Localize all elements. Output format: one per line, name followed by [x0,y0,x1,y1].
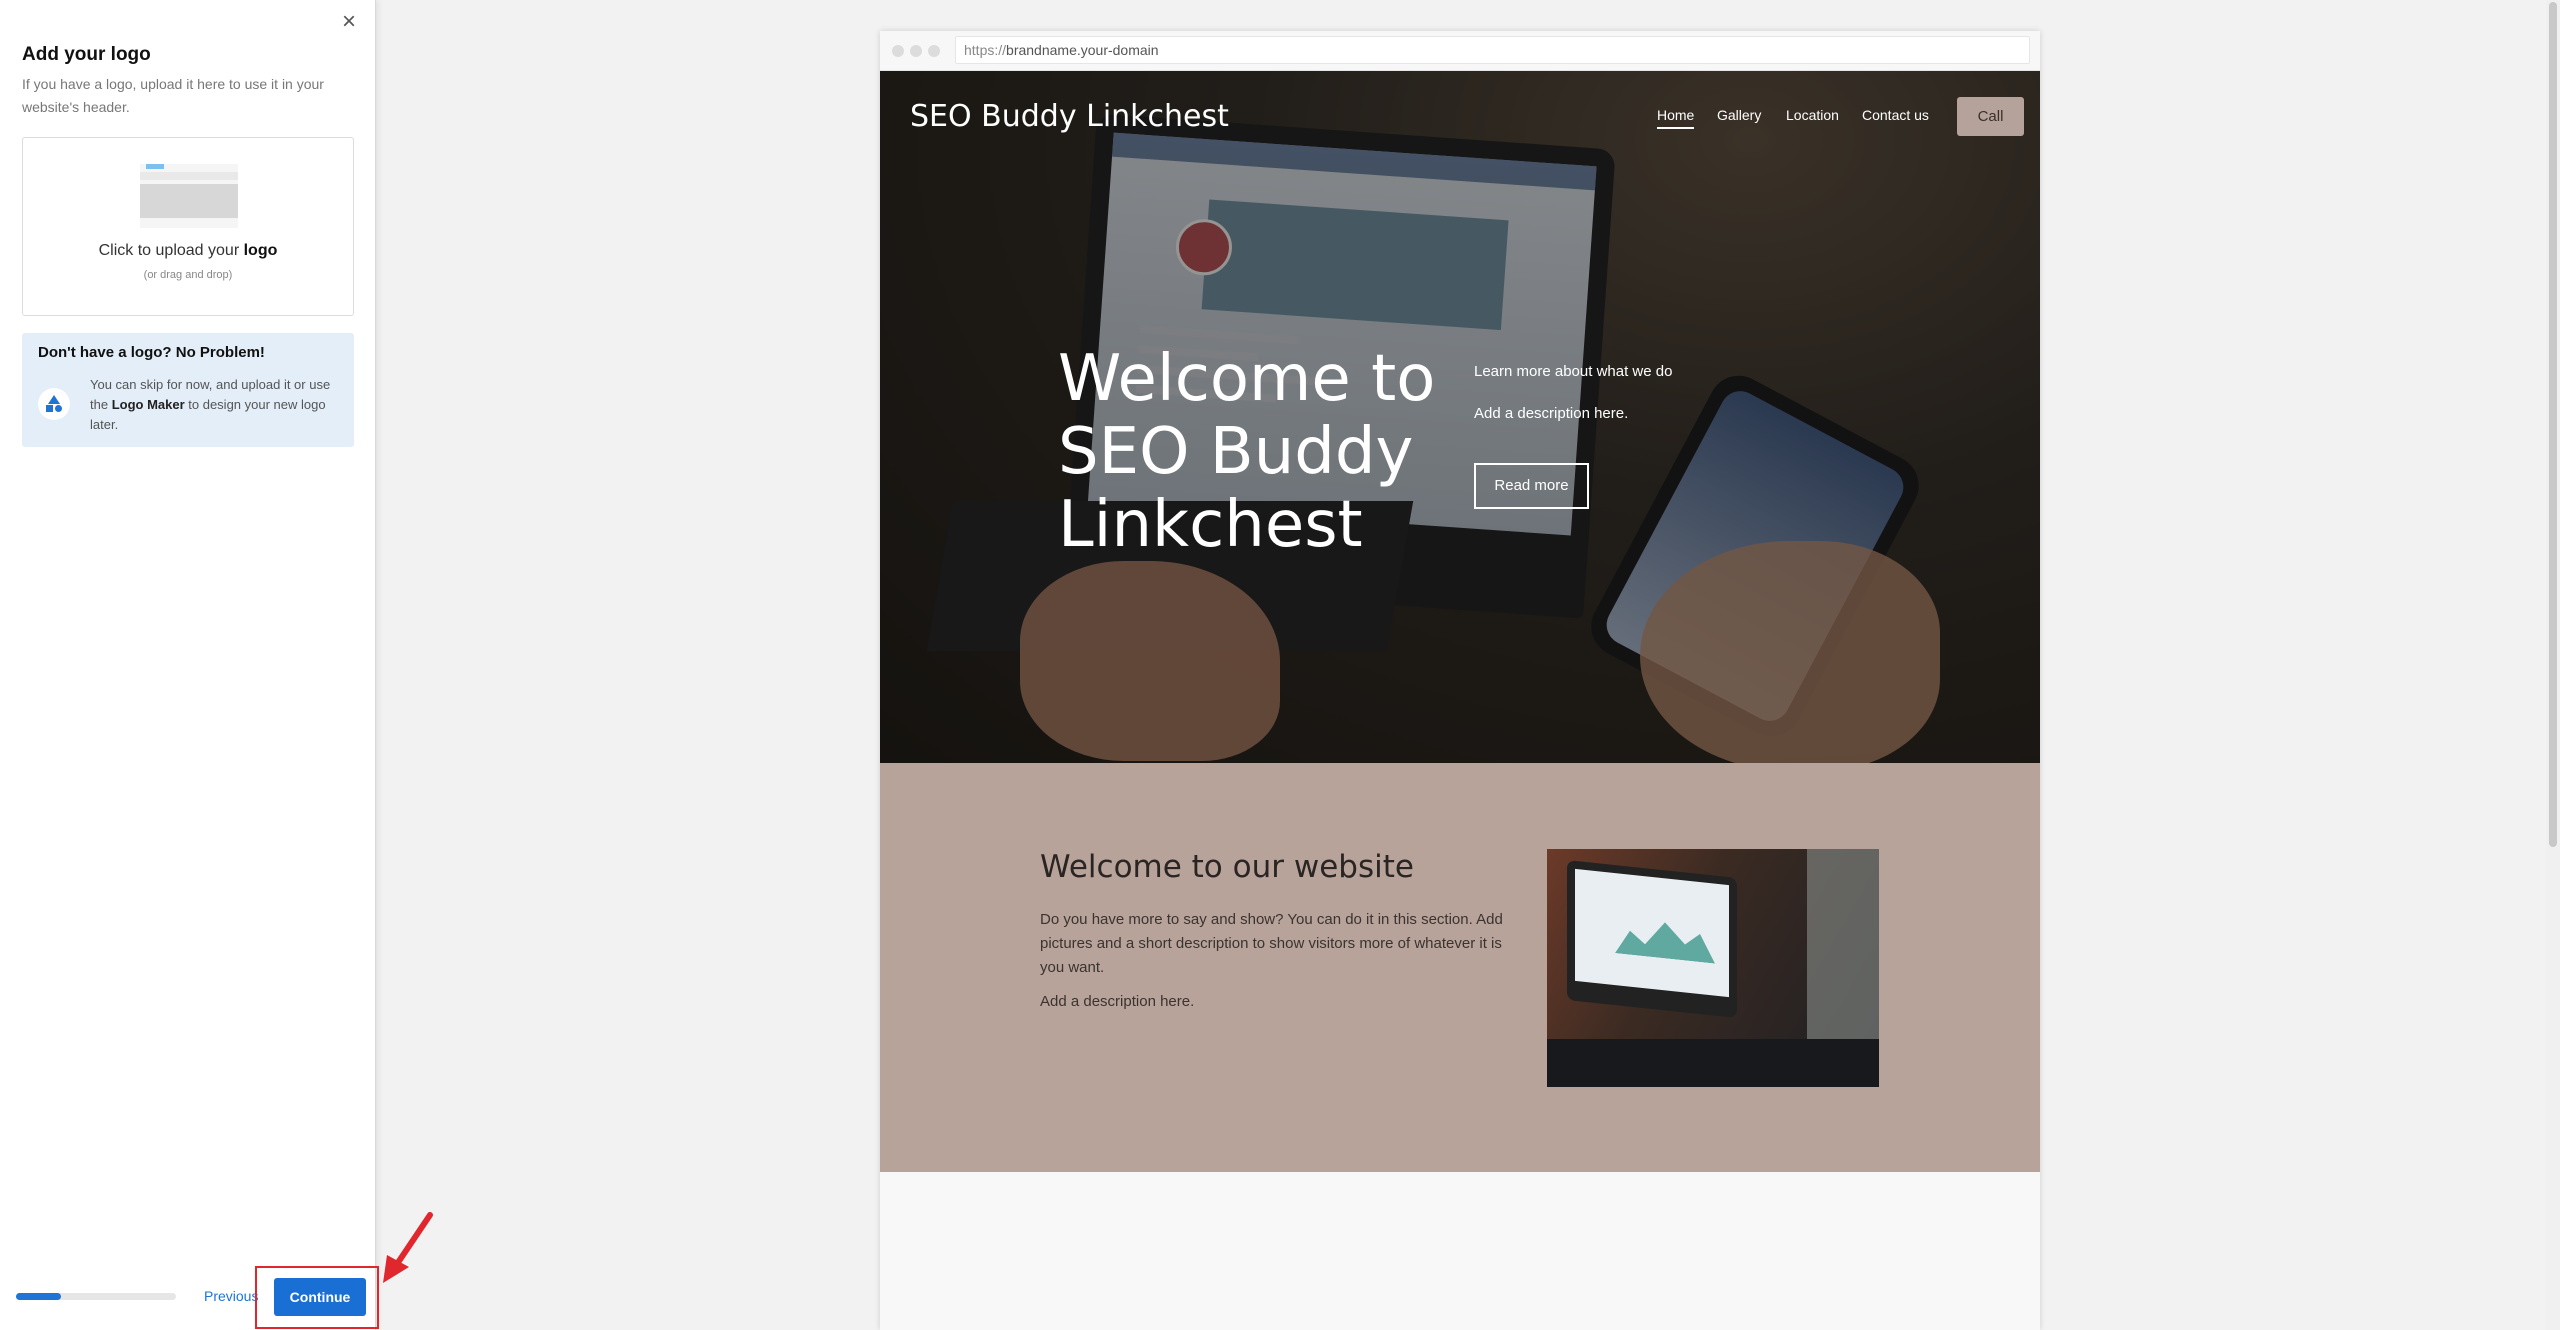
panel-subtitle: If you have a logo, upload it here to us… [22,76,324,115]
upload-title: Click to upload your logo [98,242,278,259]
annotation-arrow-icon [383,1212,433,1283]
about-section: Welcome to our website Do you have more … [880,763,2040,1172]
address-bar: https://brandname.your-domain [955,36,2030,64]
nav-location[interactable]: Location [1786,107,1839,123]
about-heading: Welcome to our website [1040,849,1414,885]
panel-title: Add your logo [22,44,151,65]
hero-headline: Welcome to SEO Buddy Linkchest [1058,342,1436,562]
nav-gallery[interactable]: Gallery [1717,107,1761,123]
window-dot-icon [928,45,940,57]
site-brand[interactable]: SEO Buddy Linkchest [910,99,1229,134]
browser-chrome: https://brandname.your-domain [880,31,2040,71]
about-description: Add a description here. [1040,993,1195,1010]
scrollbar-thumb[interactable] [2549,2,2557,847]
website-preview: https://brandname.your-domain SEO Buddy … [880,31,2040,1330]
continue-button[interactable]: Continue [274,1278,366,1316]
upload-hint: (or drag and drop) [143,269,233,281]
hero-learn-more: Learn more about what we do [1474,363,1673,380]
logo-upload-dropzone[interactable]: Click to upload your logo (or drag and d… [22,137,354,316]
contact-section [880,1172,2040,1330]
setup-progress-bar [16,1293,176,1300]
about-body: Do you have more to say and show? You ca… [1040,911,1503,976]
no-logo-heading: Don't have a logo? No Problem! [38,344,265,361]
logo-placeholder-icon [140,164,238,228]
nav-contact[interactable]: Contact us [1862,107,1929,123]
page-scrollbar[interactable] [2546,0,2560,1330]
call-button[interactable]: Call [1957,97,2024,136]
hero-description: Add a description here. [1474,405,1629,422]
close-icon[interactable]: × [335,8,363,36]
read-more-button[interactable]: Read more [1474,463,1589,509]
previous-link[interactable]: Previous [204,1288,258,1304]
hero-section: SEO Buddy Linkchest Home Gallery Locatio… [880,71,2040,763]
no-logo-info-box: Don't have a logo? No Problem! You can s… [22,333,354,447]
logo-maker-link[interactable]: Logo Maker [112,397,185,412]
shapes-icon [38,388,70,420]
about-laptop-image [1547,849,1879,1087]
window-dot-icon [910,45,922,57]
window-dot-icon [892,45,904,57]
nav-home[interactable]: Home [1657,107,1695,129]
progress-fill [16,1293,61,1300]
no-logo-text: You can skip for now, and upload it or u… [90,377,331,432]
logo-setup-panel: × Add your logo If you have a logo, uplo… [0,0,376,1330]
